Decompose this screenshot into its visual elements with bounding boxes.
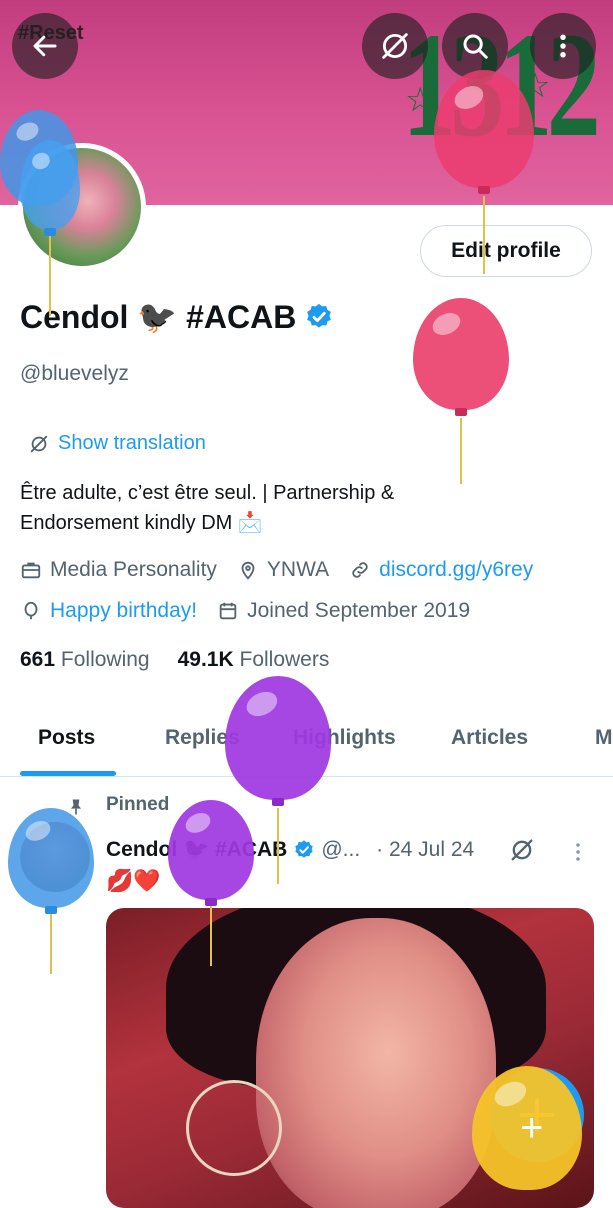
profile-location: YNWA (266, 558, 330, 581)
show-translation-label: Show translation (58, 432, 206, 454)
following-label: Following (60, 648, 150, 671)
verified-badge-icon (307, 303, 332, 328)
tab-articles[interactable]: Articles (451, 726, 528, 750)
profile-joined: Joined September 2019 (247, 599, 471, 622)
more-button[interactable] (530, 13, 596, 79)
verified-badge-icon (295, 840, 314, 858)
edit-profile-button[interactable]: Edit profile (420, 225, 592, 277)
translate-button[interactable] (362, 13, 428, 79)
plus-icon: + (520, 1106, 544, 1150)
balloon-decoration (168, 800, 254, 906)
link-icon (352, 562, 368, 578)
balloon-string (49, 236, 51, 316)
post-author-handle: @... (321, 838, 361, 861)
translate-post-icon[interactable] (508, 836, 536, 864)
balloon-string (483, 196, 485, 274)
location-pin-icon (241, 561, 255, 580)
following-count: 661 (20, 648, 56, 671)
more-vertical-icon (560, 34, 566, 58)
following-link[interactable]: 661 Following (20, 648, 150, 672)
translate-icon (30, 435, 48, 452)
post-text: 💋❤️ (106, 868, 161, 893)
balloon-string (210, 906, 212, 966)
profile-meta-row: Happy birthday! Joined September 2019 (20, 599, 470, 623)
balloon-string (50, 914, 52, 974)
balloon-decoration (225, 676, 331, 806)
image-earring (186, 1080, 282, 1176)
bio-line: Être adulte, c’est être seul. | Partners… (20, 482, 395, 504)
arrow-left-icon (33, 35, 57, 57)
bio-line: Endorsement kindly DM 📩 (20, 512, 263, 534)
tab-more[interactable]: M (595, 726, 613, 750)
tab-posts[interactable]: Posts (38, 726, 95, 750)
briefcase-icon (21, 562, 41, 579)
pinned-label: Pinned (106, 794, 170, 815)
active-tab-indicator (20, 771, 116, 776)
birthday-link[interactable]: Happy birthday! (50, 599, 197, 623)
balloon-icon (24, 601, 38, 620)
search-button[interactable] (442, 13, 508, 79)
followers-count: 49.1K (177, 648, 234, 671)
translate-icon (382, 33, 408, 59)
post-more-icon[interactable] (566, 840, 590, 864)
balloon-decoration (20, 140, 80, 236)
follow-stats: 661 Following 49.1K Followers (20, 648, 329, 672)
balloon-string (277, 808, 279, 884)
balloon-decoration (8, 808, 94, 914)
back-button[interactable] (12, 13, 78, 79)
calendar-icon (219, 602, 237, 620)
post-header: Cendol 🐦‍⬛ #ACAB @... · 24 Jul 24 (106, 838, 474, 862)
balloon-decoration (413, 298, 509, 416)
profile-category: Media Personality (50, 558, 217, 581)
profile-name-row: Cendol 🐦‍⬛ #ACAB (20, 298, 334, 336)
balloon-decoration (434, 70, 534, 194)
balloon-string (460, 418, 462, 484)
followers-link[interactable]: 49.1K Followers (178, 648, 330, 672)
star-icon: ☆ (405, 81, 436, 119)
post-date: · 24 Jul 24 (376, 838, 475, 861)
display-name: Cendol 🐦‍⬛ #ACAB (20, 299, 297, 335)
profile-meta-row: Media Personality YNWA discord.gg/y6rey (20, 558, 533, 582)
show-translation-link[interactable]: Show translation (28, 432, 206, 455)
profile-handle: @bluevelyz (20, 362, 129, 385)
search-icon (463, 34, 488, 59)
followers-label: Followers (239, 648, 330, 671)
profile-bio: Être adulte, c’est être seul. | Partners… (20, 478, 490, 538)
profile-website-link[interactable]: discord.gg/y6rey (379, 558, 533, 582)
image-face (256, 918, 496, 1208)
